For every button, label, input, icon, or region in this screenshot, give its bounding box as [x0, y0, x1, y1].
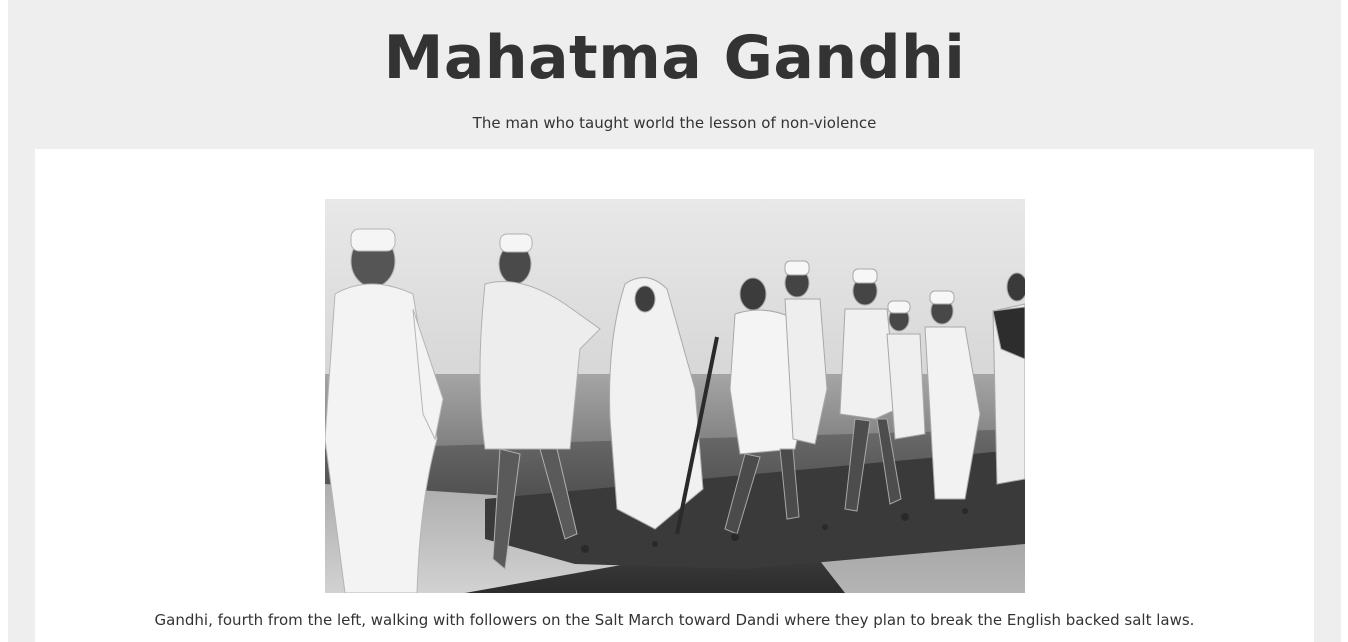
- salt-march-photo: [325, 199, 1025, 593]
- page-title: Mahatma Gandhi: [383, 23, 966, 93]
- image-card: Gandhi, fourth from the left, walking wi…: [35, 149, 1314, 642]
- tribute-page: Mahatma Gandhi The man who taught world …: [8, 0, 1341, 642]
- image-caption: Gandhi, fourth from the left, walking wi…: [154, 611, 1195, 629]
- page-tagline: The man who taught world the lesson of n…: [472, 114, 877, 132]
